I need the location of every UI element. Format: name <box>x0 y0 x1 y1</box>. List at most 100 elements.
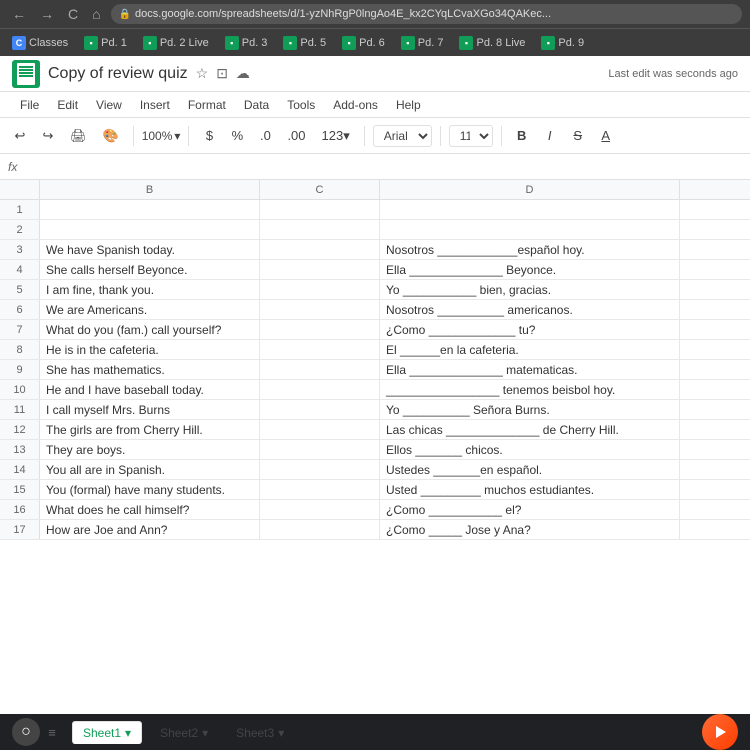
bookmark-pd2[interactable]: ▪ Pd. 2 Live <box>137 34 215 52</box>
zoom-control[interactable]: 100% ▾ <box>142 129 181 143</box>
cell-10-b[interactable]: He and I have baseball today. <box>40 380 260 399</box>
font-selector[interactable]: Arial <box>373 125 432 147</box>
strikethrough-button[interactable]: S <box>566 124 590 147</box>
sheet2-dropdown-icon[interactable]: ▾ <box>202 726 208 740</box>
bookmark-pd3[interactable]: ▪ Pd. 3 <box>219 34 274 52</box>
undo-button[interactable]: ↩ <box>8 124 32 148</box>
cell-13-d[interactable]: Ellos _______ chicos. <box>380 440 680 459</box>
bookmark-pd9[interactable]: ▪ Pd. 9 <box>535 34 590 52</box>
cell-17-d[interactable]: ¿Como _____ Jose y Ana? <box>380 520 680 539</box>
cell-13-b[interactable]: They are boys. <box>40 440 260 459</box>
cell-16-b[interactable]: What does he call himself? <box>40 500 260 519</box>
cell-16-c[interactable] <box>260 500 380 519</box>
sheet-tab-sheet3[interactable]: Sheet3 ▾ <box>226 722 294 744</box>
bookmark-classes[interactable]: C Classes <box>6 34 74 52</box>
play-button[interactable] <box>702 714 738 750</box>
percent-button[interactable]: % <box>225 124 249 147</box>
cell-15-b[interactable]: You (formal) have many students. <box>40 480 260 499</box>
menu-format[interactable]: Format <box>180 95 234 115</box>
cell-2-d[interactable] <box>380 220 680 239</box>
cell-10-c[interactable] <box>260 380 380 399</box>
cell-17-b[interactable]: How are Joe and Ann? <box>40 520 260 539</box>
cloud-icon[interactable]: ☁ <box>236 65 250 82</box>
bold-button[interactable]: B <box>510 124 534 147</box>
cell-4-c[interactable] <box>260 260 380 279</box>
cell-1-d[interactable] <box>380 200 680 219</box>
star-icon[interactable]: ☆ <box>196 65 209 82</box>
cell-7-b[interactable]: What do you (fam.) call yourself? <box>40 320 260 339</box>
home-button[interactable]: ⌂ <box>88 4 104 24</box>
italic-button[interactable]: I <box>538 124 562 147</box>
underline-button[interactable]: A <box>594 124 618 147</box>
bookmark-pd1[interactable]: ▪ Pd. 1 <box>78 34 133 52</box>
cell-8-d[interactable]: El ______en la cafeteria. <box>380 340 680 359</box>
cell-3-b[interactable]: We have Spanish today. <box>40 240 260 259</box>
print-button[interactable]: 🖨 <box>64 124 93 148</box>
menu-view[interactable]: View <box>88 95 130 115</box>
cell-3-c[interactable] <box>260 240 380 259</box>
back-button[interactable]: ← <box>8 4 30 24</box>
bookmark-pd5[interactable]: ▪ Pd. 5 <box>277 34 332 52</box>
bookmark-pd6[interactable]: ▪ Pd. 6 <box>336 34 391 52</box>
col-header-b[interactable]: B <box>40 180 260 199</box>
format123-button[interactable]: 123▾ <box>316 124 356 148</box>
menu-data[interactable]: Data <box>236 95 277 115</box>
zoom-dropdown-icon[interactable]: ▾ <box>174 129 180 143</box>
redo-button[interactable]: ↪ <box>36 124 60 148</box>
cell-12-d[interactable]: Las chicas ______________ de Cherry Hill… <box>380 420 680 439</box>
cell-12-b[interactable]: The girls are from Cherry Hill. <box>40 420 260 439</box>
decimal0-button[interactable]: .0 <box>253 124 277 147</box>
cell-3-d[interactable]: Nosotros ____________español hoy. <box>380 240 680 259</box>
address-bar[interactable]: 🔒 docs.google.com/spreadsheets/d/1-yzNhR… <box>111 4 742 24</box>
cell-8-c[interactable] <box>260 340 380 359</box>
cell-5-b[interactable]: I am fine, thank you. <box>40 280 260 299</box>
cell-11-d[interactable]: Yo __________ Señora Burns. <box>380 400 680 419</box>
cell-14-c[interactable] <box>260 460 380 479</box>
cell-15-d[interactable]: Usted _________ muchos estudiantes. <box>380 480 680 499</box>
document-title[interactable]: Copy of review quiz <box>48 65 188 83</box>
menu-edit[interactable]: Edit <box>49 95 86 115</box>
cell-2-c[interactable] <box>260 220 380 239</box>
cell-9-d[interactable]: Ella ______________ matematicas. <box>380 360 680 379</box>
cell-4-b[interactable]: She calls herself Beyonce. <box>40 260 260 279</box>
cell-5-c[interactable] <box>260 280 380 299</box>
paint-format-button[interactable]: 🎨 <box>97 124 125 148</box>
bookmark-pd7[interactable]: ▪ Pd. 7 <box>395 34 450 52</box>
menu-tools[interactable]: Tools <box>279 95 323 115</box>
col-header-d[interactable]: D <box>380 180 680 199</box>
bookmark-pd8[interactable]: ▪ Pd. 8 Live <box>453 34 531 52</box>
cell-5-d[interactable]: Yo ___________ bien, gracias. <box>380 280 680 299</box>
cell-14-d[interactable]: Ustedes _______en español. <box>380 460 680 479</box>
menu-help[interactable]: Help <box>388 95 429 115</box>
menu-addons[interactable]: Add-ons <box>325 95 386 115</box>
col-header-c[interactable]: C <box>260 180 380 199</box>
cell-4-d[interactable]: Ella ______________ Beyonce. <box>380 260 680 279</box>
cell-8-b[interactable]: He is in the cafeteria. <box>40 340 260 359</box>
cell-9-b[interactable]: She has mathematics. <box>40 360 260 379</box>
cell-7-d[interactable]: ¿Como _____________ tu? <box>380 320 680 339</box>
cell-12-c[interactable] <box>260 420 380 439</box>
cell-13-c[interactable] <box>260 440 380 459</box>
cell-6-b[interactable]: We are Americans. <box>40 300 260 319</box>
menu-file[interactable]: File <box>12 95 47 115</box>
cell-1-b[interactable] <box>40 200 260 219</box>
drive-icon[interactable]: ⊡ <box>216 65 228 82</box>
cell-15-c[interactable] <box>260 480 380 499</box>
sheet-list-button[interactable]: ≡ <box>40 721 64 745</box>
sheet-tab-sheet2[interactable]: Sheet2 ▾ <box>150 722 218 744</box>
cell-1-c[interactable] <box>260 200 380 219</box>
decimal00-button[interactable]: .00 <box>281 124 311 147</box>
cell-10-d[interactable]: _________________ tenemos beisbol hoy. <box>380 380 680 399</box>
sheet1-dropdown-icon[interactable]: ▾ <box>125 726 131 740</box>
menu-insert[interactable]: Insert <box>132 95 178 115</box>
cell-17-c[interactable] <box>260 520 380 539</box>
cell-16-d[interactable]: ¿Como ___________ el? <box>380 500 680 519</box>
cell-7-c[interactable] <box>260 320 380 339</box>
forward-button[interactable]: → <box>36 4 58 24</box>
cell-11-b[interactable]: I call myself Mrs. Burns <box>40 400 260 419</box>
cell-6-c[interactable] <box>260 300 380 319</box>
sheet-tab-sheet1[interactable]: Sheet1 ▾ <box>72 721 142 744</box>
sheet3-dropdown-icon[interactable]: ▾ <box>278 726 284 740</box>
font-size-selector[interactable]: 11 <box>449 125 493 147</box>
cell-14-b[interactable]: You all are in Spanish. <box>40 460 260 479</box>
